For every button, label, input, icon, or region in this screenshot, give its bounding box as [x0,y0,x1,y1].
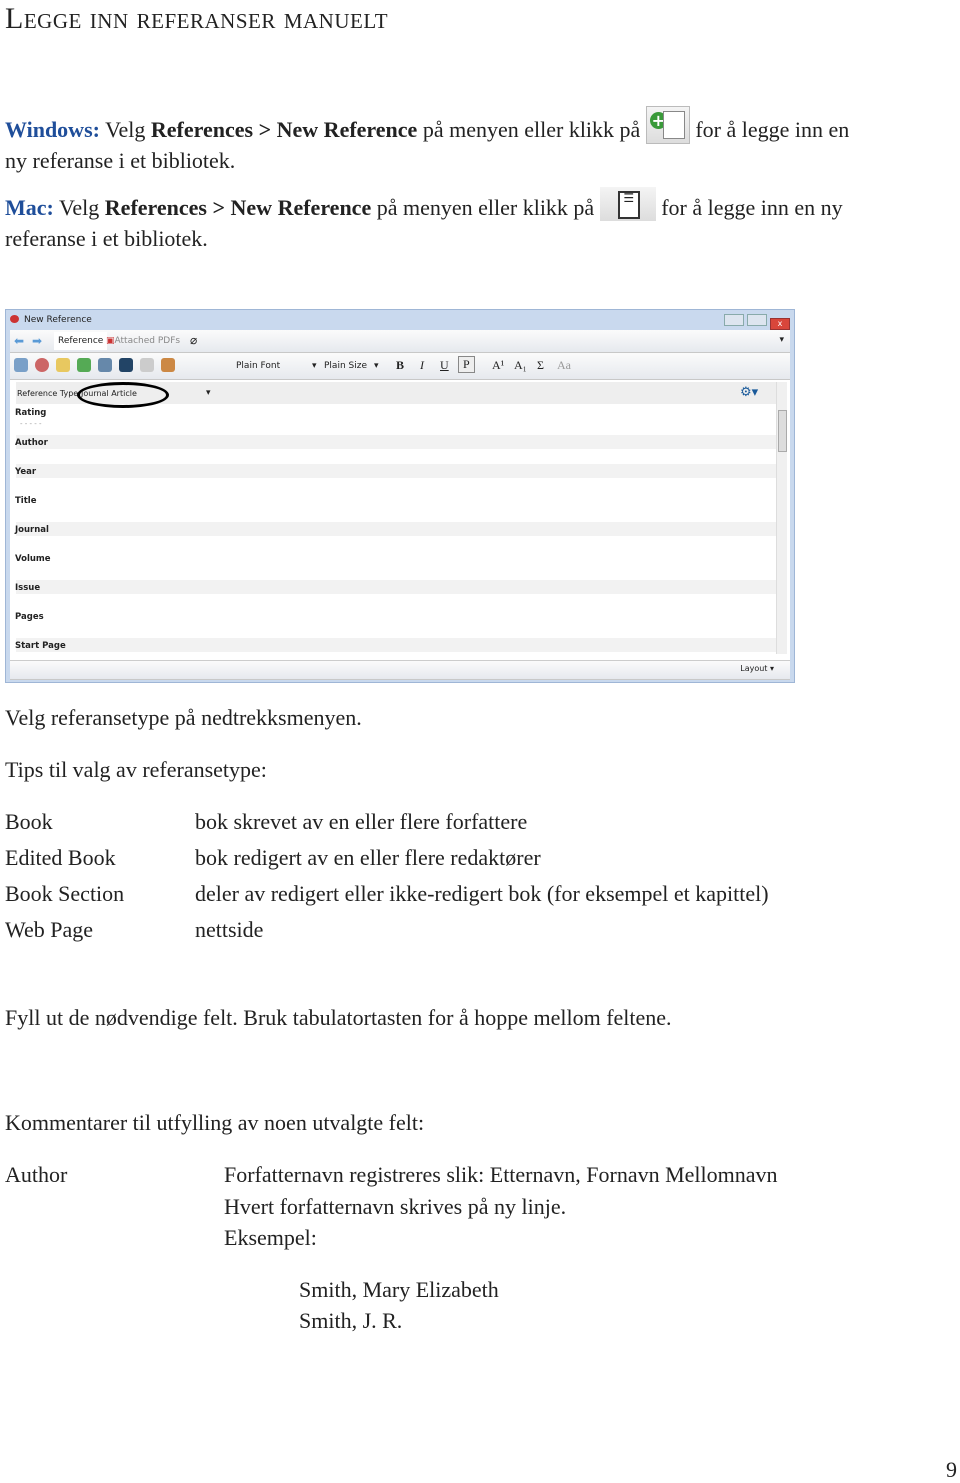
endnote-icon [10,315,19,323]
forward-icon[interactable]: ➡ [32,334,42,348]
layout-button[interactable]: Layout ▾ [740,664,774,673]
pdf-icon: ▣ [106,336,115,346]
tip-desc: bok skrevet av en eller flere forfattere [195,809,528,834]
author-example: Smith, Mary Elizabeth [299,1277,499,1302]
scrollbar[interactable] [776,382,787,654]
tip-desc: deler av redigert eller ikke-redigert bo… [195,881,769,906]
new-reference-icon: + [645,105,690,144]
tab-attached-pdfs[interactable]: ▣Attached PDFs [106,336,180,346]
reference-form: Reference Type Journal Article ▾ ⚙▾ Rati… [10,380,790,665]
field-author[interactable]: Author [15,438,48,448]
superscript-button[interactable]: A¹ [492,358,504,373]
field-journal[interactable]: Journal [15,525,49,535]
page-title: Legge inn referanser manuelt [5,2,389,35]
size-dropdown[interactable]: Plain Size [324,361,367,371]
paragraph: Tips til valg av referansetype: [5,757,267,782]
field-rating[interactable]: Rating [15,408,46,418]
back-icon[interactable]: ⬅ [14,334,24,348]
font-dropdown[interactable]: Plain Font [236,361,320,371]
author-note: Hvert forfatternavn skrives på ny linje. [224,1194,567,1219]
field-year[interactable]: Year [15,467,36,477]
windows-instruction: Windows: Velg References > New Reference… [5,105,849,144]
paperclip-icon[interactable]: ⌀ [190,333,197,347]
tip-desc: bok redigert av en eller flere redaktøre… [195,845,541,870]
field-issue[interactable]: Issue [15,583,40,593]
tip-type: Edited Book [5,845,116,870]
paragraph: Velg referansetype på nedtrekksmenyen. [5,705,362,730]
subscript-button[interactable]: A₁ [514,358,527,373]
underline-button[interactable]: U [440,358,449,373]
mac-instruction: Mac: Velg References > New Reference på … [5,186,843,221]
tip-type: Book [5,809,53,834]
tab-reference[interactable]: Reference [54,332,108,350]
rating-stars[interactable]: - - - - - [20,420,42,428]
bold-button[interactable]: B [396,358,404,373]
field-volume[interactable]: Volume [15,554,51,564]
paragraph: Fyll ut de nødvendige felt. Bruk tabulat… [5,1005,672,1030]
status-bar: Layout ▾ [10,660,790,680]
plain-button[interactable]: P [458,356,475,373]
paragraph: Kommentarer til utfylling av noen utvalg… [5,1110,425,1135]
toolbar: Plain Font ▾ Plain Size ▾ B I U P A¹ A₁ Σ … [10,353,790,380]
tip-type: Book Section [5,881,125,906]
case-button[interactable]: Aa [557,358,571,373]
field-title[interactable]: Title [15,496,36,506]
symbol-button[interactable]: Σ [537,358,544,373]
author-note: Eksempel: [224,1225,317,1250]
field-start-page[interactable]: Start Page [15,641,66,651]
italic-button[interactable]: I [420,358,424,373]
mac-instruction-cont: referanse i et bibliotek. [5,226,208,251]
page-number: 9 [946,1457,957,1482]
new-reference-window-screenshot: New Reference x ⬅ ➡ Reference ▣Attached … [5,309,795,683]
windows-instruction-cont: ny referanse i et bibliotek. [5,148,236,173]
gear-icon[interactable]: ⚙▾ [740,385,758,400]
tab-bar: ⬅ ➡ Reference ▣Attached PDFs ⌀ ▾ [10,330,790,353]
window-controls[interactable]: x [724,314,790,330]
reference-type-label: Reference Type [17,389,79,398]
new-reference-mac-icon: ☰ [599,186,656,221]
tip-desc: nettside [195,917,264,942]
tip-type: Web Page [5,917,94,942]
author-example: Smith, J. R. [299,1308,403,1333]
toolbar-icons[interactable] [14,358,182,372]
highlight-ellipse [77,382,169,408]
window-title: New Reference [24,315,92,325]
field-pages[interactable]: Pages [15,612,44,622]
author-note: Forfatternavn registreres slik: Etternav… [224,1162,778,1187]
menu-arrow-icon[interactable]: ▾ [779,335,784,345]
author-label: Author [5,1162,68,1187]
